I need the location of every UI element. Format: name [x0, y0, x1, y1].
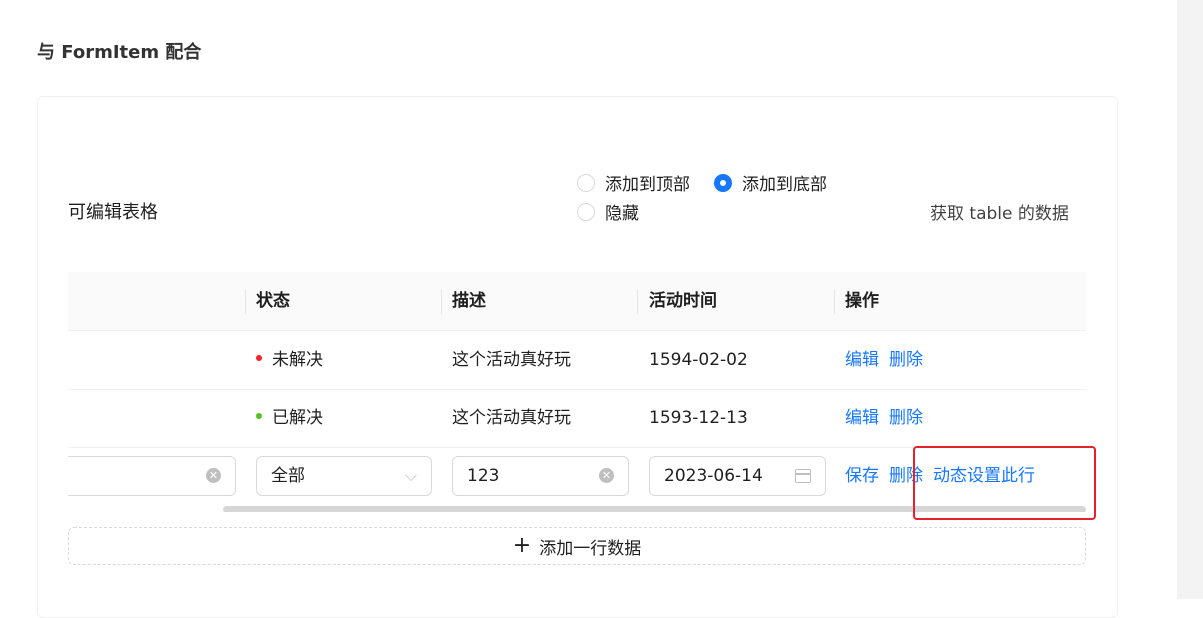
radio-hide[interactable]: 隐藏 — [577, 199, 639, 224]
column-divider — [441, 289, 442, 314]
status-text: 未解决 — [272, 350, 323, 370]
status-cell: 未解决 — [256, 331, 323, 389]
date-cell: 1594-02-02 — [649, 350, 748, 370]
edit-link[interactable]: 编辑 — [845, 350, 879, 370]
radio-checked-icon — [714, 173, 732, 192]
column-divider — [245, 289, 246, 314]
table-row: 未解决 这个活动真好玩 1594-02-02 编辑 删除 — [68, 331, 1086, 390]
get-table-data-button[interactable]: 获取 table 的数据 — [930, 199, 1069, 224]
actions-cell: 编辑 删除 — [845, 389, 933, 447]
delete-link[interactable]: 删除 — [889, 350, 923, 370]
date-picker[interactable]: 2023-06-14 — [649, 456, 826, 496]
title-input[interactable]: ✕ — [68, 456, 236, 496]
radio-label: 添加到顶部 — [605, 175, 690, 195]
plus-icon: + — [512, 533, 532, 558]
table-title: 可编辑表格 — [68, 202, 158, 223]
table-horizontal-scrollbar[interactable] — [223, 506, 1086, 512]
edit-link[interactable]: 编辑 — [845, 408, 879, 428]
desc-input[interactable]: 123 ✕ — [452, 456, 629, 496]
status-dot-icon — [256, 355, 262, 361]
add-row-label: 添加一行数据 — [539, 538, 642, 559]
radio-circle-icon — [577, 173, 595, 192]
status-text: 已解决 — [272, 408, 323, 428]
clear-icon[interactable]: ✕ — [599, 468, 614, 483]
delete-link[interactable]: 删除 — [889, 466, 923, 486]
clear-icon[interactable]: ✕ — [206, 468, 221, 483]
date-cell: 1593-12-13 — [649, 408, 748, 428]
table-row: 已解决 这个活动真好玩 1593-12-13 编辑 删除 — [68, 389, 1086, 448]
page-scrollbar[interactable] — [1177, 0, 1203, 599]
status-select[interactable]: 全部 ⌵ — [256, 456, 432, 496]
add-row-button[interactable]: + 添加一行数据 — [68, 527, 1086, 565]
calendar-icon — [795, 469, 811, 483]
column-header-status: 状态 — [256, 291, 290, 311]
desc-input-value: 123 — [467, 466, 500, 486]
desc-cell: 这个活动真好玩 — [452, 408, 571, 428]
editing-row: ✕ 全部 ⌵ 123 ✕ 2023-06-14 保存 删除 动态设置此行 — [68, 447, 1086, 505]
save-link[interactable]: 保存 — [845, 466, 879, 486]
radio-label: 隐藏 — [605, 204, 639, 224]
table-header: 状态 描述 活动时间 操作 — [68, 272, 1086, 331]
dynamic-set-row-link[interactable]: 动态设置此行 — [933, 466, 1035, 486]
status-select-value: 全部 — [271, 466, 305, 486]
status-cell: 已解决 — [256, 389, 323, 447]
column-header-time: 活动时间 — [649, 291, 717, 311]
column-header-actions: 操作 — [845, 291, 879, 311]
actions-cell: 编辑 删除 — [845, 331, 933, 389]
radio-circle-icon — [577, 202, 595, 221]
radio-add-to-top[interactable]: 添加到顶部 — [577, 170, 690, 195]
delete-link[interactable]: 删除 — [889, 408, 923, 428]
chevron-down-icon: ⌵ — [404, 466, 417, 485]
column-divider — [637, 289, 638, 314]
editable-table: 状态 描述 活动时间 操作 未解决 这个活动真好玩 1594-02-02 编辑删… — [68, 272, 1086, 512]
date-picker-value: 2023-06-14 — [664, 466, 763, 486]
actions-cell: 保存 删除 动态设置此行 — [845, 447, 1045, 505]
radio-add-to-bottom[interactable]: 添加到底部 — [714, 170, 827, 195]
desc-cell: 这个活动真好玩 — [452, 350, 571, 370]
column-divider — [834, 289, 835, 314]
section-title: 与 FormItem 配合 — [37, 42, 202, 63]
radio-label: 添加到底部 — [742, 175, 827, 195]
column-header-desc: 描述 — [452, 291, 486, 311]
status-dot-icon — [256, 413, 262, 419]
